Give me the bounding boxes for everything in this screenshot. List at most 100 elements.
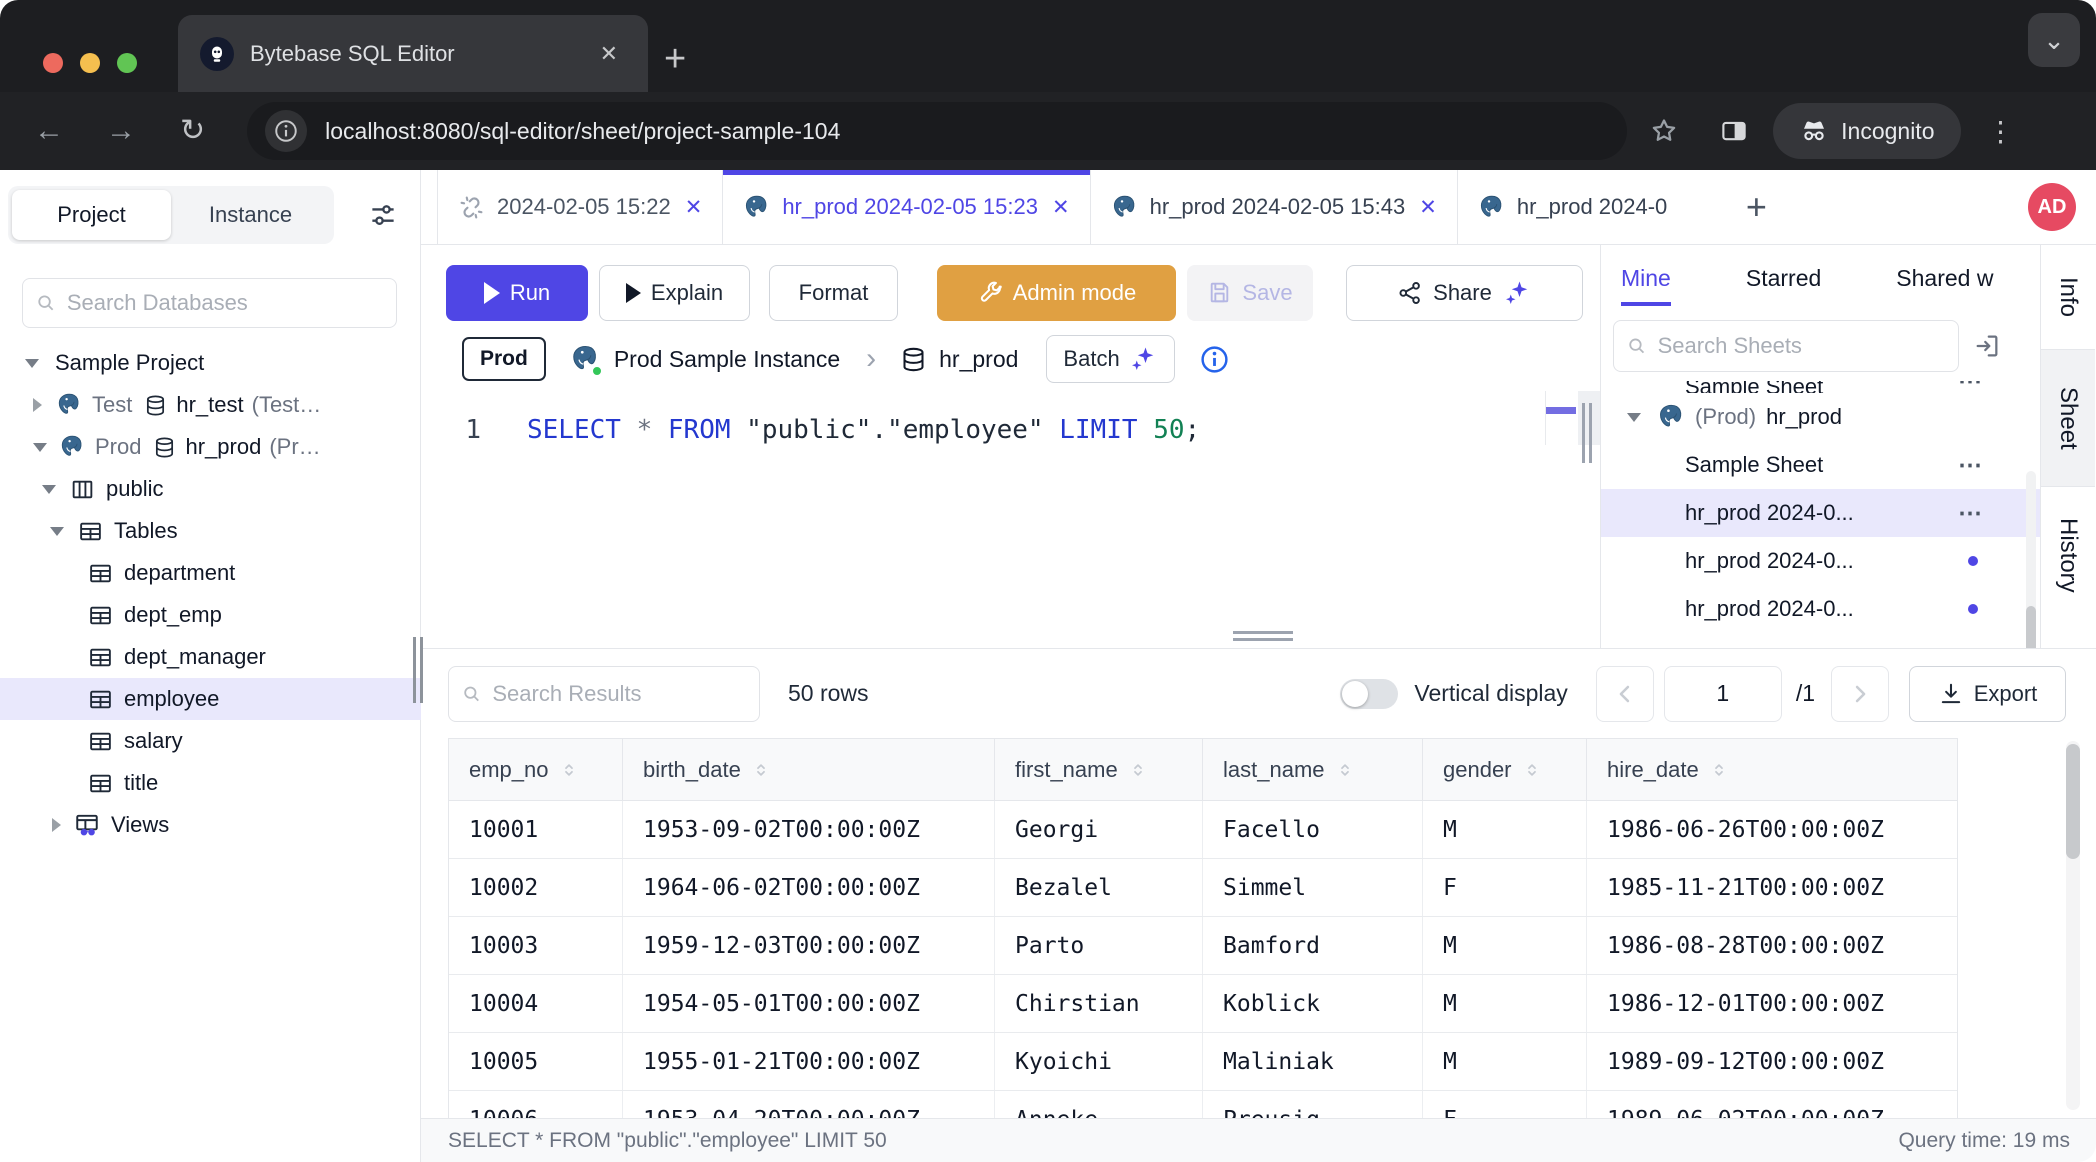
reload-button[interactable]: ↻ <box>180 116 205 146</box>
sheet-menu-icon[interactable]: ⋯ <box>1958 381 1984 393</box>
cell[interactable]: Bamford <box>1203 917 1423 974</box>
table-row[interactable]: 10002 1964-06-02T00:00:00Z Bezalel Simme… <box>449 859 1957 917</box>
sheet-menu-icon[interactable]: ⋯ <box>1958 499 1984 528</box>
column-header-hire-date[interactable]: hire_date <box>1587 739 1957 800</box>
explain-button[interactable]: Explain <box>599 265 750 321</box>
user-avatar[interactable]: AD <box>2028 183 2076 231</box>
results-resize-handle[interactable] <box>1233 631 1293 645</box>
search-sheets-input[interactable] <box>1658 333 1946 359</box>
instance-name[interactable]: Prod Sample Instance <box>614 346 840 373</box>
editor-panel-resize-handle[interactable] <box>1582 403 1592 463</box>
tree-item-table-employee[interactable]: employee <box>0 678 421 720</box>
filter-settings-icon[interactable] <box>368 200 398 230</box>
tab-instance[interactable]: Instance <box>171 190 330 240</box>
tree-item-hr-prod[interactable]: Prod hr_prod (Pr… <box>0 426 421 468</box>
cell[interactable]: 1955-01-21T00:00:00Z <box>623 1033 995 1090</box>
page-input[interactable] <box>1664 666 1782 722</box>
vertical-display-toggle[interactable] <box>1340 679 1398 709</box>
sheet-item-unsaved[interactable]: hr_prod 2024-0... <box>1601 537 2040 585</box>
forward-button[interactable]: → <box>106 116 136 146</box>
close-worksheet-icon[interactable]: ✕ <box>1052 195 1070 220</box>
minimize-window-button[interactable] <box>80 53 100 73</box>
run-button[interactable]: Run <box>446 265 588 321</box>
cell[interactable]: 10001 <box>449 801 623 858</box>
cell[interactable]: 1964-06-02T00:00:00Z <box>623 859 995 916</box>
cell[interactable]: Simmel <box>1203 859 1423 916</box>
cell[interactable]: F <box>1423 859 1587 916</box>
share-button[interactable]: Share <box>1346 265 1583 321</box>
cell[interactable]: Chirstian <box>995 975 1203 1032</box>
minimap-slider[interactable] <box>1546 407 1576 414</box>
site-info-icon[interactable] <box>265 110 307 152</box>
sort-icon[interactable] <box>751 760 771 780</box>
tree-item-hr-test[interactable]: Test hr_test (Test… <box>0 384 421 426</box>
cell[interactable]: Parto <box>995 917 1203 974</box>
table-row[interactable]: 10006 1953-04-20T00:00:00Z Anneke Preusi… <box>449 1091 1957 1118</box>
worksheet-tab-1[interactable]: 2024-02-05 15:22 ✕ <box>437 170 723 244</box>
column-header-first-name[interactable]: first_name <box>995 739 1203 800</box>
cell[interactable]: Georgi <box>995 801 1203 858</box>
sheet-scrollbar-thumb[interactable] <box>2026 606 2036 648</box>
tab-shared[interactable]: Shared w <box>1896 265 1993 292</box>
sheet-item-sample[interactable]: Sample Sheet ⋯ <box>1601 441 2040 489</box>
cell[interactable]: 1989-06-02T00:00:00Z <box>1587 1091 1957 1118</box>
table-row[interactable]: 10005 1955-01-21T00:00:00Z Kyoichi Malin… <box>449 1033 1957 1091</box>
sort-icon[interactable] <box>1128 760 1148 780</box>
tree-item-table-salary[interactable]: salary <box>0 720 421 762</box>
cell[interactable]: 10005 <box>449 1033 623 1090</box>
cell[interactable]: Koblick <box>1203 975 1423 1032</box>
tab-starred[interactable]: Starred <box>1746 265 1821 292</box>
sidebar-resize-handle[interactable] <box>413 637 423 703</box>
search-databases-input[interactable] <box>67 290 384 316</box>
cell[interactable]: M <box>1423 1033 1587 1090</box>
cell[interactable]: 10003 <box>449 917 623 974</box>
sort-icon[interactable] <box>559 760 579 780</box>
cell[interactable]: M <box>1423 801 1587 858</box>
worksheet-tab-3[interactable]: hr_prod 2024-02-05 15:43 ✕ <box>1091 170 1458 244</box>
cell[interactable]: 10004 <box>449 975 623 1032</box>
close-window-button[interactable] <box>43 53 63 73</box>
cell[interactable]: M <box>1423 975 1587 1032</box>
tree-item-views[interactable]: Views <box>0 804 421 846</box>
caret-down-icon[interactable] <box>1627 413 1641 422</box>
sheet-item-partial[interactable]: Sample Sheet ⋯ <box>1601 381 2040 393</box>
cell[interactable]: Maliniak <box>1203 1033 1423 1090</box>
results-scrollbar-thumb[interactable] <box>2066 744 2080 859</box>
sql-code-area[interactable]: 1 SELECT * FROM "public"."employee" LIMI… <box>421 391 1600 445</box>
cell[interactable]: 1954-05-01T00:00:00Z <box>623 975 995 1032</box>
tab-info[interactable]: Info <box>2041 245 2095 350</box>
cell[interactable]: Kyoichi <box>995 1033 1203 1090</box>
cell[interactable]: Anneke <box>995 1091 1203 1118</box>
tab-history[interactable]: History <box>2041 487 2095 624</box>
browser-tab[interactable]: Bytebase SQL Editor ✕ <box>178 15 648 92</box>
next-page-button[interactable] <box>1831 666 1889 722</box>
cell[interactable]: Preusig <box>1203 1091 1423 1118</box>
cell[interactable]: 10002 <box>449 859 623 916</box>
tab-mine[interactable]: Mine <box>1621 265 1671 292</box>
caret-right-icon[interactable] <box>33 398 42 412</box>
search-results-input[interactable] <box>492 681 747 707</box>
close-worksheet-icon[interactable]: ✕ <box>1419 195 1437 220</box>
cell[interactable]: 1989-09-12T00:00:00Z <box>1587 1033 1957 1090</box>
new-tab-button[interactable]: + <box>664 40 686 78</box>
caret-down-icon[interactable] <box>25 359 39 368</box>
address-bar[interactable]: localhost:8080/sql-editor/sheet/project-… <box>247 102 1627 160</box>
bookmark-star-icon[interactable] <box>1649 116 1679 146</box>
format-button[interactable]: Format <box>769 265 898 321</box>
tree-item-table-dept-manager[interactable]: dept_manager <box>0 636 421 678</box>
import-sheet-icon[interactable] <box>1973 332 2001 360</box>
sort-icon[interactable] <box>1522 760 1542 780</box>
cell[interactable]: 1986-12-01T00:00:00Z <box>1587 975 1957 1032</box>
tree-item-schema-public[interactable]: public <box>0 468 421 510</box>
worksheet-tab-4[interactable]: hr_prod 2024-0 <box>1458 170 1732 244</box>
cell[interactable]: F <box>1423 1091 1587 1118</box>
caret-down-icon[interactable] <box>33 443 47 452</box>
sheet-search[interactable] <box>1613 320 1959 372</box>
column-header-gender[interactable]: gender <box>1423 739 1587 800</box>
close-worksheet-icon[interactable]: ✕ <box>685 195 703 220</box>
browser-menu-icon[interactable]: ⋮ <box>1987 115 2015 148</box>
batch-button[interactable]: Batch <box>1046 335 1174 383</box>
tree-item-table-dept-emp[interactable]: dept_emp <box>0 594 421 636</box>
column-header-last-name[interactable]: last_name <box>1203 739 1423 800</box>
cell[interactable]: 1986-06-26T00:00:00Z <box>1587 801 1957 858</box>
